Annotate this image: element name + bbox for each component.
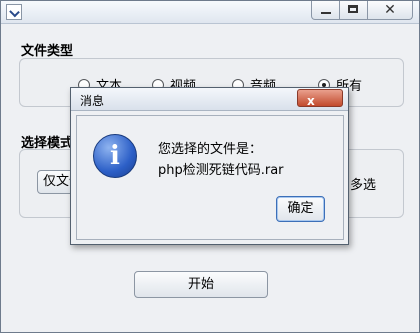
multi-select-label: 多选 <box>350 178 377 193</box>
message-dialog: 消息 x i 您选择的文件是： php检测死链代码.rar 确定 <box>70 87 349 245</box>
title-bar[interactable]: ✕ <box>1 1 419 24</box>
dialog-message-line1: 您选择的文件是： <box>158 142 263 157</box>
dialog-body: i 您选择的文件是： php检测死链代码.rar 确定 <box>76 115 344 240</box>
start-button[interactable]: 开始 <box>134 271 268 298</box>
dialog-message-line2: php检测死链代码.rar <box>158 163 284 178</box>
ok-button[interactable]: 确定 <box>276 196 325 222</box>
minimize-button[interactable] <box>311 1 341 20</box>
minimize-icon <box>321 12 331 14</box>
maximize-icon <box>348 5 358 13</box>
close-button[interactable]: ✕ <box>367 1 413 20</box>
info-icon: i <box>93 134 137 178</box>
close-icon: ✕ <box>384 2 396 18</box>
dialog-close-button[interactable]: x <box>297 89 343 108</box>
java-app-icon <box>6 4 22 20</box>
file-type-title: 文件类型 <box>21 44 74 59</box>
dialog-title: 消息 <box>80 94 105 108</box>
maximize-button[interactable] <box>339 1 369 20</box>
close-icon: x <box>307 94 315 108</box>
dialog-title-bar[interactable]: 消息 x <box>71 88 348 111</box>
